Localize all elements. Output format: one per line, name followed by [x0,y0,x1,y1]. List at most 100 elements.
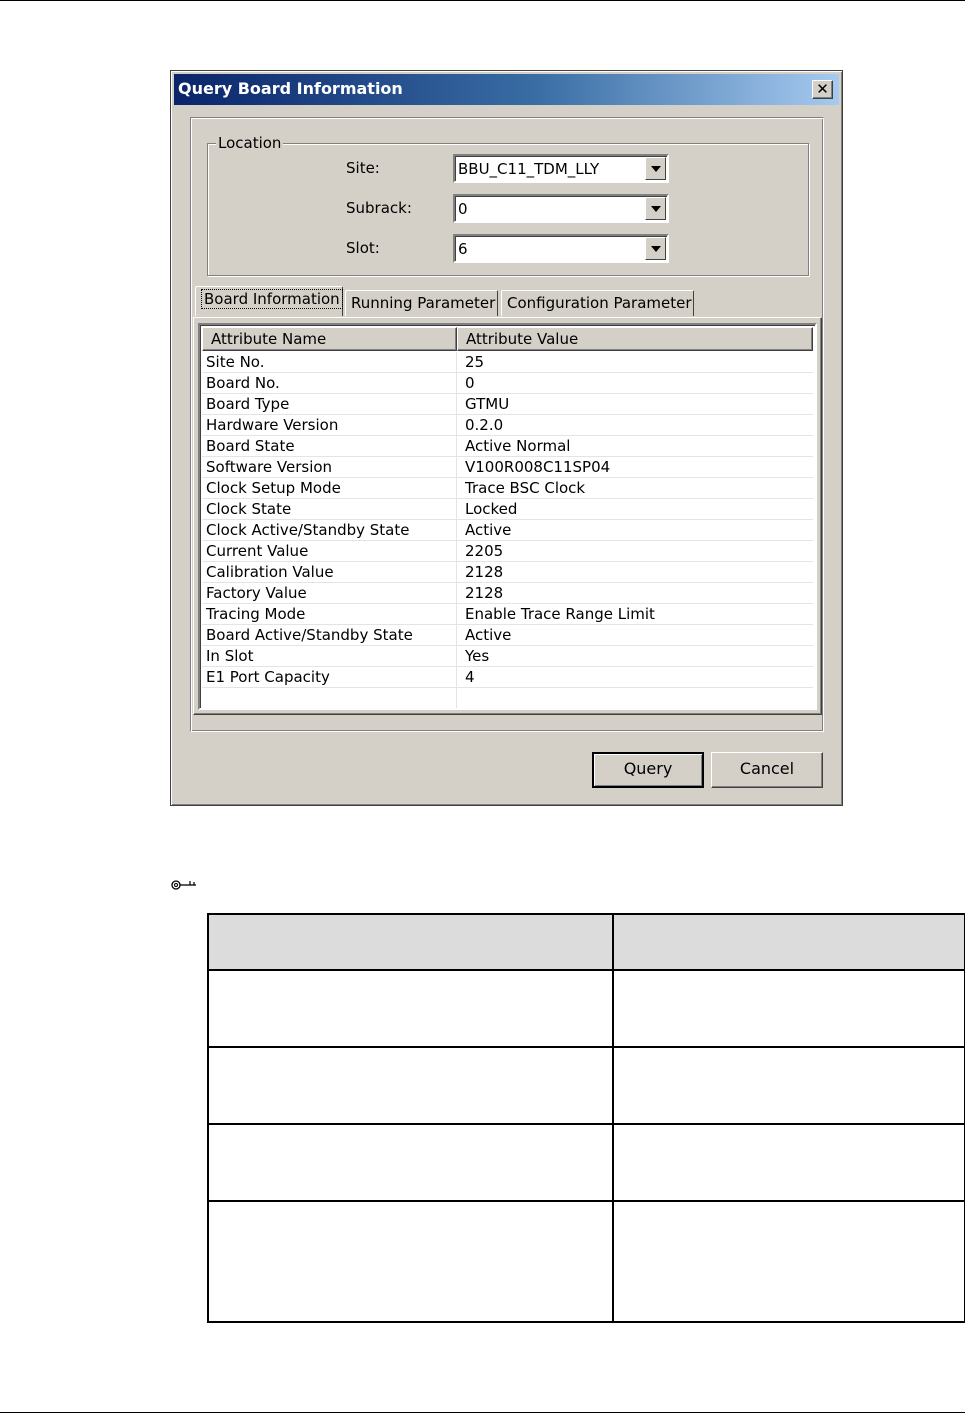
site-label: Site: [346,159,380,177]
table-row[interactable]: Site No. 25 [202,352,813,373]
chevron-down-icon [651,206,661,212]
table-row[interactable]: In Slot Yes [202,646,813,667]
table-cell [207,1200,614,1323]
cancel-button[interactable]: Cancel [711,752,823,788]
subrack-label: Subrack: [346,199,412,217]
attribute-name: Software Version [206,458,333,476]
column-header-attribute-value[interactable]: Attribute Value [457,327,813,351]
table-row [207,1200,965,1323]
attribute-value: Yes [465,647,490,665]
location-legend: Location [216,134,284,152]
column-header-attribute-name[interactable]: Attribute Name [202,327,457,351]
attribute-value: Enable Trace Range Limit [465,605,655,623]
attribute-value: 2128 [465,584,504,602]
attribute-name: Clock State [206,500,292,518]
attribute-name: In Slot [206,647,254,665]
query-button[interactable]: Query [592,752,704,788]
table-row [207,1123,965,1202]
attribute-name: Hardware Version [206,416,339,434]
table-cell [612,1123,965,1202]
site-combo[interactable]: BBU_C11_TDM_LLY [453,154,669,183]
attribute-value: Trace BSC Clock [465,479,586,497]
query-board-dialog: Query Board Information ✕ Location Site:… [170,70,843,806]
attribute-value: 2205 [465,542,504,560]
attribute-name: Clock Setup Mode [206,479,341,497]
bottom-rule [0,1412,965,1413]
table-header-cell [207,913,614,971]
attribute-list[interactable]: Attribute Name Attribute Value Site No. 2… [198,323,817,710]
attribute-name: Calibration Value [206,563,334,581]
attribute-name: Board No. [206,374,280,392]
attribute-name: Board State [206,437,295,455]
table-cell [207,969,614,1048]
attribute-value: Active [465,626,512,644]
key-icon [171,880,196,890]
attribute-name: Board Active/Standby State [206,626,413,644]
table-cell [612,969,965,1048]
attribute-name: Tracing Mode [206,605,306,623]
table-row[interactable]: Clock Active/Standby State Active [202,520,813,541]
attribute-name: E1 Port Capacity [206,668,330,686]
tab-label: Running Parameter [351,294,496,312]
tab-label: Board Information [201,289,343,309]
table-row[interactable]: Clock State Locked [202,499,813,520]
attribute-name: Current Value [206,542,309,560]
attribute-value: Active Normal [465,437,571,455]
attribute-value: 25 [465,353,485,371]
table-header-cell [612,913,965,971]
attribute-name: Site No. [206,353,265,371]
table-row[interactable]: E1 Port Capacity 4 [202,667,813,688]
table-row[interactable]: Board State Active Normal [202,436,813,457]
attribute-name: Factory Value [206,584,307,602]
subrack-value: 0 [458,200,468,218]
table-row[interactable] [202,688,813,708]
top-rule [0,0,965,1]
subrack-dropdown-button[interactable] [645,197,666,220]
attribute-rows: Site No. 25 Board No. 0 Board Type GTMU Har… [202,352,813,708]
table-cell [207,1046,614,1125]
table-cell [612,1046,965,1125]
table-row[interactable]: Current Value 2205 [202,541,813,562]
table-row[interactable]: Software Version V100R008C11SP04 [202,457,813,478]
table-cell [207,1123,614,1202]
attribute-value: Locked [465,500,518,518]
attribute-value: GTMU [465,395,510,413]
slot-value: 6 [458,240,468,258]
attribute-value: 0.2.0 [465,416,504,434]
attribute-name: Board Type [206,395,290,413]
table-row [207,969,965,1048]
attribute-name: Clock Active/Standby State [206,521,410,539]
table-row[interactable]: Board Active/Standby State Active [202,625,813,646]
table-row[interactable]: Factory Value 2128 [202,583,813,604]
subrack-combo[interactable]: 0 [453,194,669,223]
slot-dropdown-button[interactable] [645,237,666,260]
slot-combo[interactable]: 6 [453,234,669,263]
table-row [207,1046,965,1125]
attribute-value: 4 [465,668,475,686]
tab-label: Configuration Parameter [507,294,692,312]
close-button[interactable]: ✕ [812,80,833,99]
chevron-down-icon [651,246,661,252]
reference-table [207,913,965,1323]
table-header-row [207,913,965,971]
chevron-down-icon [651,166,661,172]
close-icon: ✕ [816,80,829,98]
table-row[interactable]: Board No. 0 [202,373,813,394]
table-row[interactable]: Clock Setup Mode Trace BSC Clock [202,478,813,499]
tab-configuration-parameter[interactable]: Configuration Parameter [501,290,694,316]
site-value: BBU_C11_TDM_LLY [458,160,600,178]
dialog-title: Query Board Information [178,79,403,98]
attribute-value: V100R008C11SP04 [465,458,611,476]
table-row[interactable]: Tracing Mode Enable Trace Range Limit [202,604,813,625]
tab-running-parameter[interactable]: Running Parameter [345,290,498,316]
slot-label: Slot: [346,239,380,257]
table-cell [612,1200,965,1323]
table-row[interactable]: Board Type GTMU [202,394,813,415]
table-row[interactable]: Hardware Version 0.2.0 [202,415,813,436]
table-row[interactable]: Calibration Value 2128 [202,562,813,583]
attribute-value: Active [465,521,512,539]
attribute-value: 2128 [465,563,504,581]
tab-board-information[interactable]: Board Information [195,286,343,316]
site-dropdown-button[interactable] [645,157,666,180]
title-bar[interactable]: Query Board Information ✕ [174,74,839,105]
